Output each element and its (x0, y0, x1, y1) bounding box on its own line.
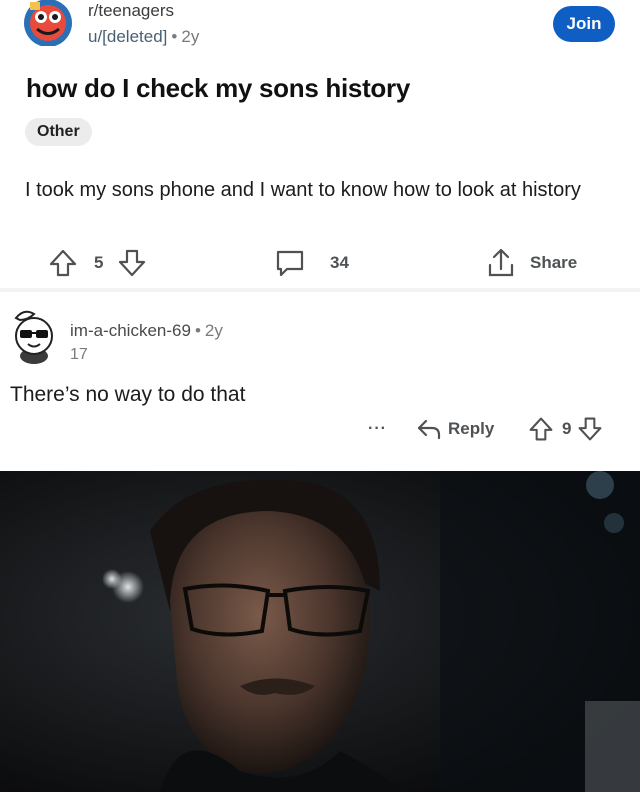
post-author[interactable]: u/[deleted] (88, 27, 167, 46)
comment-text: There’s no way to do that (10, 383, 246, 406)
upvote-count: 5 (94, 253, 104, 272)
share-button[interactable]: Share (486, 247, 577, 279)
share-label: Share (530, 253, 578, 272)
post-age: 2y (181, 27, 200, 46)
comment-age: 2y (204, 321, 223, 340)
comment-icon (274, 248, 306, 278)
post-card: r/teenagers u/[deleted] • 2y Join how do I… (0, 0, 640, 288)
upvote-icon[interactable] (48, 248, 78, 278)
downvote-icon[interactable] (577, 416, 603, 442)
post-actions: 5 34 Share (0, 244, 640, 282)
vote-group: 5 (48, 248, 147, 278)
comment-vote-count: 9 (562, 419, 572, 438)
comment-count: 34 (330, 253, 349, 272)
post-body: I took my sons phone and I want to know … (25, 179, 581, 201)
comment-actions: ··· Reply 9 (0, 416, 640, 446)
post-meta: u/[deleted] • 2y (88, 27, 199, 47)
reaction-photo (0, 471, 640, 792)
comments-button[interactable]: 34 (274, 248, 349, 278)
subreddit-avatar-icon[interactable] (22, 0, 74, 47)
comment-vote-group: 9 (528, 416, 603, 442)
comment-card: im-a-chicken-69 • 2y 17 There’s no way to … (0, 292, 640, 470)
meta-separator: • (171, 27, 178, 46)
user-avatar-icon[interactable] (6, 306, 62, 364)
share-icon (486, 247, 516, 279)
upvote-icon[interactable] (528, 416, 554, 442)
comment-score: 17 (70, 346, 88, 363)
downvote-icon[interactable] (117, 248, 147, 278)
reply-label: Reply (448, 419, 495, 438)
more-icon[interactable]: ··· (368, 420, 387, 438)
post-title[interactable]: how do I check my sons history (26, 73, 410, 104)
meta-separator: • (194, 321, 201, 340)
comment-meta: im-a-chicken-69 • 2y (70, 321, 223, 341)
reply-icon (416, 416, 442, 442)
comment-username[interactable]: im-a-chicken-69 (70, 321, 191, 340)
subreddit-name[interactable]: r/teenagers (88, 1, 174, 21)
join-button[interactable]: Join (553, 6, 615, 42)
reply-button[interactable]: Reply (416, 416, 494, 442)
post-flair[interactable]: Other (25, 118, 92, 146)
